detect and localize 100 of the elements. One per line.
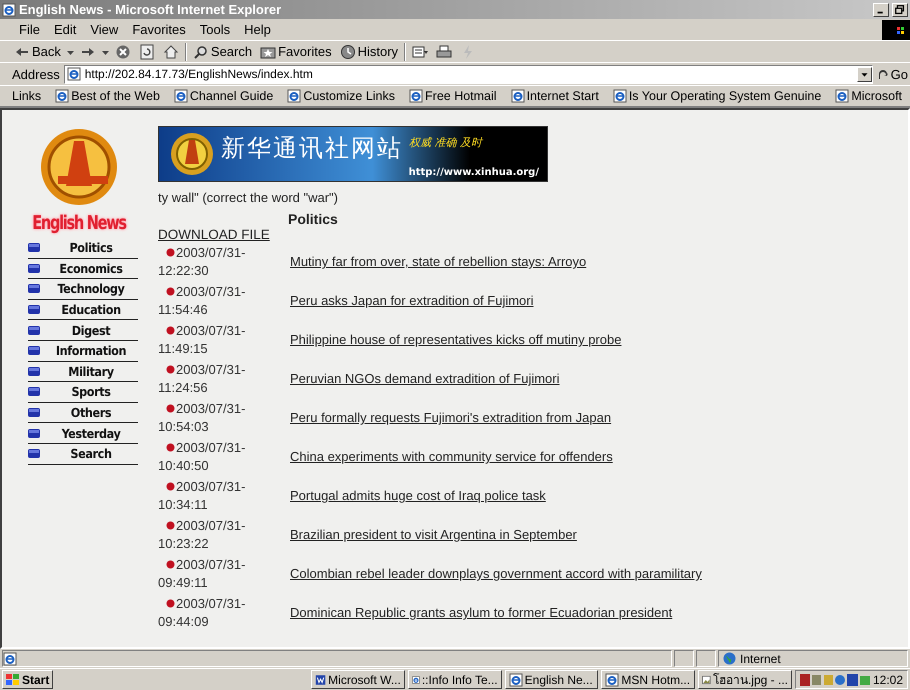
- search-button[interactable]: Search: [190, 44, 254, 60]
- link-button[interactable]: Microsoft: [835, 89, 902, 103]
- link-button[interactable]: Internet Start: [510, 89, 599, 103]
- news-time: 11:54:46: [158, 302, 208, 316]
- square-bullet-icon: [28, 387, 40, 396]
- nav-link[interactable]: Yesterday: [28, 423, 138, 444]
- history-icon: [340, 44, 356, 60]
- bullet-icon: [166, 365, 175, 374]
- menu-item[interactable]: Edit: [46, 20, 84, 39]
- emblem-logo-icon: [169, 131, 215, 177]
- headline-link[interactable]: Philippine house of representatives kicks off mutiny probe: [290, 332, 622, 347]
- status-pane: [696, 650, 716, 667]
- banner-slogan: 权威 准确 及时: [409, 134, 482, 150]
- news-time: 09:44:09: [158, 614, 209, 628]
- menu-item[interactable]: File: [12, 20, 47, 39]
- headline-link[interactable]: Peruvian NGOs demand extradition of Fujimori: [290, 371, 560, 386]
- headline-link[interactable]: Dominican Republic grants asylum to former Ecuadorian president: [290, 605, 672, 620]
- address-field[interactable]: http://202.84.17.73/EnglishNews/index.htm: [64, 64, 873, 84]
- favorites-button[interactable]: Favorites: [258, 44, 334, 60]
- news-date: 2003/07/31-: [176, 244, 246, 262]
- nav-link[interactable]: Sports: [28, 382, 138, 403]
- taskbar-button[interactable]: ::Info Info Te...: [408, 670, 502, 689]
- bullet-icon: [166, 248, 175, 257]
- taskbar-button[interactable]: โฮอาน.jpg - ...: [698, 670, 792, 689]
- nav-link[interactable]: Others: [28, 402, 138, 424]
- link-button[interactable]: Best of the Web: [55, 89, 160, 103]
- nav-link[interactable]: Information: [28, 340, 138, 362]
- taskbar-button[interactable]: Microsoft W...: [311, 670, 405, 689]
- download-link[interactable]: DOWNLOAD FILE: [158, 227, 270, 242]
- news-time: 10:54:03: [158, 418, 209, 434]
- news-date: 2003/07/31-: [176, 478, 246, 496]
- square-bullet-icon: [28, 326, 40, 335]
- headline-link[interactable]: Portugal admits huge cost of Iraq police task: [290, 488, 546, 503]
- menu-item[interactable]: Favorites: [125, 20, 193, 39]
- square-bullet-icon: [28, 428, 40, 438]
- bullet-icon: [166, 287, 175, 296]
- taskbar-button[interactable]: MSN Hotm...: [601, 670, 696, 689]
- nav-link[interactable]: Technology: [28, 279, 138, 300]
- back-button[interactable]: Back: [12, 44, 63, 60]
- nav-link[interactable]: Search: [28, 444, 138, 465]
- link-button[interactable]: Customize Links: [287, 89, 396, 103]
- bullet-icon: [166, 560, 175, 569]
- news-date: 2003/07/31-: [176, 594, 246, 612]
- stop-icon[interactable]: [114, 44, 131, 60]
- news-time: 11:49:15: [158, 340, 208, 356]
- news-date: 2003/07/31-: [176, 360, 246, 378]
- nav-link[interactable]: Economics: [28, 258, 138, 280]
- minimize-icon[interactable]: [873, 2, 889, 16]
- page-icon: [409, 89, 424, 103]
- headline-link[interactable]: Brazilian president to visit Argentina in September: [290, 527, 577, 542]
- emblem-logo-icon: [38, 126, 120, 208]
- banner-url: http://www.xinhua.org/: [408, 167, 539, 178]
- tray-icons-drawing[interactable]: [800, 672, 870, 686]
- nav-link[interactable]: Politics: [28, 238, 138, 259]
- headline-link[interactable]: China experiments with community service for offenders: [290, 449, 613, 464]
- bullet-icon: [166, 443, 175, 452]
- square-bullet-icon: [28, 305, 40, 314]
- go-button[interactable]: Go: [876, 66, 908, 82]
- start-button[interactable]: Start: [2, 670, 54, 689]
- refresh-icon[interactable]: [138, 44, 155, 60]
- maximize-icon[interactable]: [892, 2, 908, 16]
- nav-link[interactable]: Military: [28, 362, 138, 382]
- square-bullet-icon: [28, 408, 40, 418]
- news-date: 2003/07/31-: [176, 322, 246, 340]
- link-button[interactable]: Is Your Operating System Genuine: [612, 89, 822, 103]
- globe-icon: [723, 652, 736, 665]
- window-title: English News - Microsoft Internet Explorer: [19, 2, 282, 17]
- banner[interactable]: 新华通讯社网站 权威 准确 及时 http://www.xinhua.org/: [158, 126, 548, 182]
- menu-item[interactable]: View: [83, 20, 126, 39]
- bullet-icon: [166, 599, 175, 608]
- mail-icon[interactable]: [412, 44, 428, 60]
- history-button[interactable]: History: [338, 44, 400, 60]
- home-icon[interactable]: [162, 44, 179, 60]
- link-button[interactable]: Channel Guide: [174, 89, 274, 103]
- page-icon: [835, 89, 850, 103]
- taskbar-button[interactable]: English Ne...: [504, 670, 598, 689]
- search-icon: [192, 44, 209, 60]
- brand-logo: English News: [32, 212, 126, 234]
- square-bullet-icon: [28, 264, 40, 273]
- headline-link[interactable]: Mutiny far from over, state of rebellion stays: Arroyo: [290, 254, 586, 269]
- news-time: 10:34:11: [158, 496, 208, 512]
- news-date: 2003/07/31-: [176, 556, 246, 574]
- square-bullet-icon: [28, 346, 40, 356]
- menu-item[interactable]: Help: [237, 20, 278, 39]
- bullet-icon: [166, 326, 175, 335]
- link-button[interactable]: Free Hotmail: [409, 89, 497, 103]
- headline-link[interactable]: Peru formally requests Fujimori's extradition from Japan: [290, 410, 612, 425]
- news-time: 10:23:22: [158, 536, 209, 550]
- news-date: 2003/07/31-: [176, 282, 246, 300]
- headline-link[interactable]: Peru asks Japan for extradition of Fujimori: [290, 293, 534, 308]
- nav-link[interactable]: Digest: [28, 320, 138, 341]
- nav-link[interactable]: Education: [28, 300, 138, 320]
- square-bullet-icon: [28, 243, 40, 252]
- printer-icon[interactable]: [436, 44, 452, 60]
- page-icon: [55, 89, 70, 103]
- news-time: 10:40:50: [158, 458, 209, 472]
- clock: 12:02: [872, 672, 904, 686]
- headline-link[interactable]: Colombian rebel leader downplays government accord with paramilitary: [290, 566, 702, 581]
- menu-item[interactable]: Tools: [192, 20, 238, 39]
- links-label: Links: [12, 89, 42, 103]
